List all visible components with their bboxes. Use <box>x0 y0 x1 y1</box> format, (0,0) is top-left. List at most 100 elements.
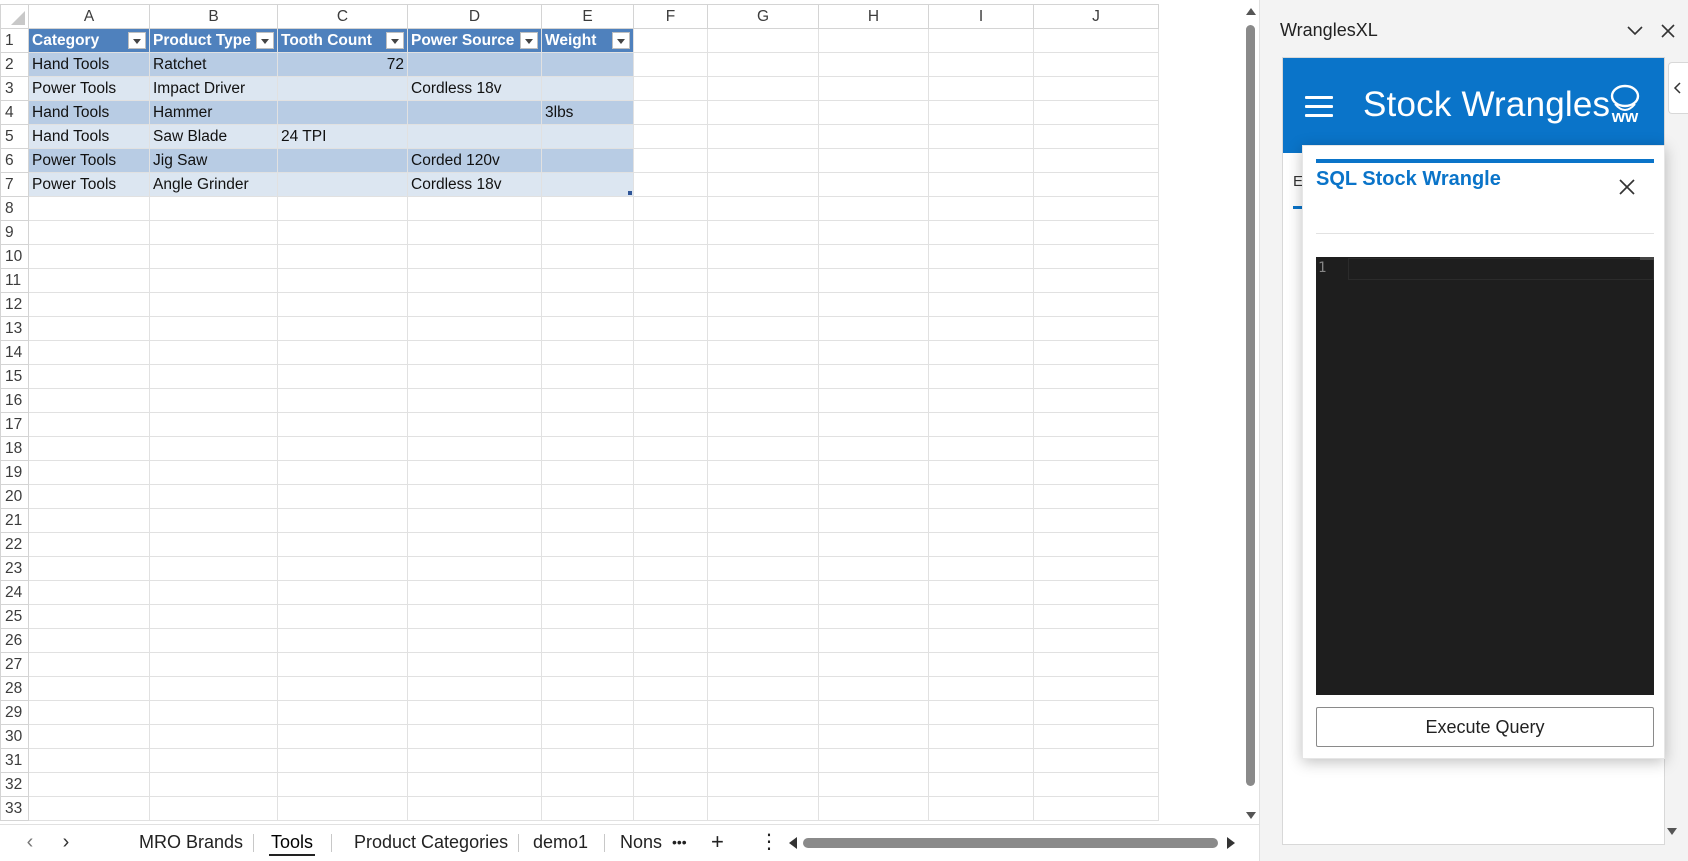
close-icon[interactable] <box>1616 176 1638 198</box>
empty-cell[interactable] <box>28 604 150 629</box>
empty-cell[interactable] <box>707 292 819 317</box>
empty-cell[interactable] <box>928 580 1034 605</box>
empty-cell[interactable] <box>928 28 1034 53</box>
row-header[interactable]: 33 <box>0 796 29 821</box>
empty-cell[interactable] <box>149 580 278 605</box>
empty-cell[interactable] <box>541 484 634 509</box>
column-header-d[interactable]: D <box>407 4 542 29</box>
empty-cell[interactable] <box>928 772 1034 797</box>
empty-cell[interactable] <box>707 100 819 125</box>
empty-cell[interactable] <box>28 412 150 437</box>
empty-cell[interactable] <box>633 28 708 53</box>
empty-cell[interactable] <box>633 556 708 581</box>
empty-cell[interactable] <box>277 484 408 509</box>
empty-cell[interactable] <box>277 748 408 773</box>
row-header[interactable]: 9 <box>0 220 29 245</box>
empty-cell[interactable] <box>407 604 542 629</box>
sheet-tab-tools[interactable]: Tools <box>263 825 321 859</box>
row-header[interactable]: 24 <box>0 580 29 605</box>
empty-cell[interactable] <box>1033 268 1159 293</box>
sql-code-editor[interactable]: 1 <box>1316 257 1654 695</box>
empty-cell[interactable] <box>541 796 634 821</box>
empty-cell[interactable] <box>818 460 929 485</box>
empty-cell[interactable] <box>1033 484 1159 509</box>
empty-cell[interactable] <box>28 508 150 533</box>
empty-cell[interactable] <box>277 412 408 437</box>
table-header-cell[interactable]: Tooth Count <box>277 28 408 53</box>
empty-cell[interactable] <box>407 220 542 245</box>
column-header-e[interactable]: E <box>541 4 634 29</box>
column-header-a[interactable]: A <box>28 4 150 29</box>
table-cell[interactable] <box>407 124 542 149</box>
table-resize-handle[interactable] <box>628 191 632 195</box>
scroll-up-icon[interactable] <box>1246 8 1256 15</box>
row-header[interactable]: 8 <box>0 196 29 221</box>
empty-cell[interactable] <box>928 724 1034 749</box>
empty-cell[interactable] <box>818 388 929 413</box>
empty-cell[interactable] <box>928 196 1034 221</box>
empty-cell[interactable] <box>28 748 150 773</box>
empty-cell[interactable] <box>541 196 634 221</box>
row-header[interactable]: 6 <box>0 148 29 173</box>
empty-cell[interactable] <box>1033 460 1159 485</box>
empty-cell[interactable] <box>277 796 408 821</box>
empty-cell[interactable] <box>928 628 1034 653</box>
empty-cell[interactable] <box>707 220 819 245</box>
empty-cell[interactable] <box>1033 244 1159 269</box>
scroll-down-icon[interactable] <box>1246 812 1256 819</box>
empty-cell[interactable] <box>28 532 150 557</box>
empty-cell[interactable] <box>149 604 278 629</box>
empty-cell[interactable] <box>633 724 708 749</box>
empty-cell[interactable] <box>707 436 819 461</box>
empty-cell[interactable] <box>149 748 278 773</box>
empty-cell[interactable] <box>407 388 542 413</box>
empty-cell[interactable] <box>818 340 929 365</box>
empty-cell[interactable] <box>277 340 408 365</box>
empty-cell[interactable] <box>541 340 634 365</box>
table-cell[interactable] <box>541 124 634 149</box>
empty-cell[interactable] <box>633 388 708 413</box>
empty-cell[interactable] <box>541 700 634 725</box>
collapse-panel-button[interactable] <box>1668 62 1688 114</box>
row-header[interactable]: 3 <box>0 76 29 101</box>
empty-cell[interactable] <box>928 100 1034 125</box>
empty-cell[interactable] <box>1033 436 1159 461</box>
empty-cell[interactable] <box>407 340 542 365</box>
vertical-scrollbar[interactable] <box>1243 0 1259 824</box>
empty-cell[interactable] <box>633 508 708 533</box>
table-cell[interactable] <box>541 172 634 197</box>
empty-cell[interactable] <box>633 796 708 821</box>
empty-cell[interactable] <box>633 364 708 389</box>
empty-cell[interactable] <box>928 268 1034 293</box>
table-cell[interactable]: Angle Grinder <box>149 172 278 197</box>
empty-cell[interactable] <box>407 724 542 749</box>
filter-dropdown-icon[interactable] <box>128 32 146 49</box>
empty-cell[interactable] <box>1033 748 1159 773</box>
empty-cell[interactable] <box>633 532 708 557</box>
empty-cell[interactable] <box>149 724 278 749</box>
empty-cell[interactable] <box>633 172 708 197</box>
empty-cell[interactable] <box>818 628 929 653</box>
empty-cell[interactable] <box>277 724 408 749</box>
empty-cell[interactable] <box>707 268 819 293</box>
table-cell[interactable]: Hand Tools <box>28 52 150 77</box>
empty-cell[interactable] <box>277 556 408 581</box>
empty-cell[interactable] <box>1033 652 1159 677</box>
table-cell[interactable] <box>277 172 408 197</box>
empty-cell[interactable] <box>28 220 150 245</box>
row-header[interactable]: 26 <box>0 628 29 653</box>
empty-cell[interactable] <box>277 388 408 413</box>
empty-cell[interactable] <box>633 124 708 149</box>
empty-cell[interactable] <box>149 340 278 365</box>
row-header[interactable]: 4 <box>0 100 29 125</box>
table-cell[interactable]: Ratchet <box>149 52 278 77</box>
empty-cell[interactable] <box>707 628 819 653</box>
table-cell[interactable]: Cordless 18v <box>407 76 542 101</box>
editor-scrollbar[interactable] <box>1640 257 1654 260</box>
empty-cell[interactable] <box>1033 364 1159 389</box>
empty-cell[interactable] <box>1033 604 1159 629</box>
empty-cell[interactable] <box>633 652 708 677</box>
empty-cell[interactable] <box>1033 124 1159 149</box>
empty-cell[interactable] <box>277 268 408 293</box>
empty-cell[interactable] <box>818 100 929 125</box>
